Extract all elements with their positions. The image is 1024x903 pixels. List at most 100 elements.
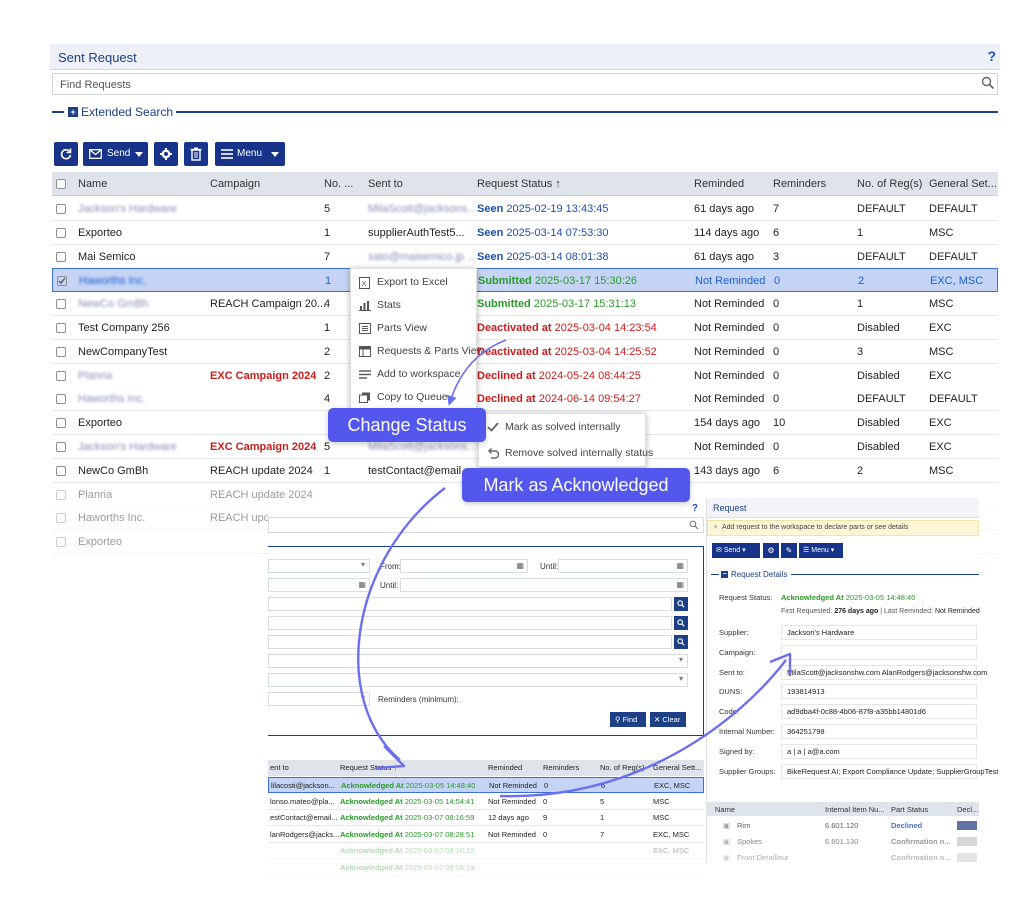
- col-general-settings[interactable]: General Set...: [929, 172, 997, 196]
- date-type-select[interactable]: ▾: [268, 559, 370, 573]
- select-field-2[interactable]: ▾: [268, 673, 688, 687]
- col-reminded[interactable]: Reminded: [488, 760, 522, 776]
- trash-icon: [190, 147, 202, 161]
- col-general-settings[interactable]: General Sett...: [653, 760, 701, 776]
- search-field-3[interactable]: [268, 635, 672, 649]
- search-icon[interactable]: [981, 76, 995, 90]
- row-checkbox[interactable]: [56, 227, 66, 238]
- find-input[interactable]: [268, 517, 704, 533]
- table-row[interactable]: Test Company 256 1 Deactivated at 2025-03-…: [52, 316, 998, 340]
- menu-item-copy-queue[interactable]: Copy to Queue: [351, 386, 478, 409]
- col-reminders[interactable]: Reminders: [773, 172, 826, 196]
- menu-item-export-excel[interactable]: X Export to Excel: [351, 271, 478, 294]
- clear-button[interactable]: ✕ Clear: [650, 712, 686, 727]
- col-request-status[interactable]: Request Status ↑: [340, 760, 397, 776]
- row-checkbox[interactable]: [56, 537, 66, 548]
- menu-item-stats[interactable]: Stats: [351, 294, 478, 317]
- part-row[interactable]: ▣ Spokes 6.601.130 Confirmation n...: [707, 834, 979, 850]
- until-date-input[interactable]: ▦: [558, 559, 688, 573]
- row-checkbox[interactable]: [56, 442, 66, 452]
- date-input-2[interactable]: ▦: [268, 578, 370, 592]
- table-row[interactable]: NewCo GmBh REACH Campaign 20... 4 Submitted…: [52, 292, 998, 317]
- select-field-1[interactable]: ▾: [268, 654, 688, 668]
- row-checkbox[interactable]: [56, 299, 66, 310]
- search-field-2[interactable]: [268, 616, 672, 630]
- row-checkbox[interactable]: [56, 394, 66, 405]
- col-part-status[interactable]: Part Status: [891, 805, 928, 814]
- edit-icon[interactable]: ✎: [781, 543, 797, 558]
- table-row[interactable]: Acknowledged At 2025-03-07 08:16:19: [268, 860, 704, 876]
- find-button[interactable]: ⚲ Find: [610, 712, 646, 727]
- table-row[interactable]: Acknowledged At 2025-03-07 08:16:19 EXC, …: [268, 843, 704, 859]
- row-checkbox[interactable]: [56, 465, 66, 476]
- table-row[interactable]: Jackson's Hardware 5 MilaScott@jacksons...…: [52, 197, 998, 221]
- menu-item-add-workspace[interactable]: Add to workspace: [351, 363, 478, 386]
- row-checkbox[interactable]: [57, 276, 67, 287]
- row-checkbox[interactable]: [56, 204, 66, 214]
- table-row[interactable]: Exporteo 1 supplierAuthTest5... Seen 2025-0…: [52, 220, 998, 245]
- help-icon[interactable]: ?: [692, 503, 698, 514]
- col-reminded[interactable]: Reminded: [694, 172, 744, 196]
- cell-regs: 1: [857, 298, 864, 311]
- row-checkbox[interactable]: [56, 489, 66, 500]
- table-row[interactable]: Mai Semico 7 sato@maisemico.jp ... Seen 202…: [52, 244, 998, 269]
- row-checkbox[interactable]: [56, 323, 66, 333]
- request-details-header[interactable]: − Request Details: [721, 570, 787, 579]
- search-icon: [677, 600, 685, 608]
- col-campaign[interactable]: Campaign: [210, 172, 260, 196]
- until-date-input-2[interactable]: ▦: [400, 578, 688, 592]
- col-part-name[interactable]: Name: [715, 805, 735, 814]
- delete-button[interactable]: [184, 142, 208, 166]
- table-row[interactable]: Planria EXC Campaign 2024 2 Declined at 202…: [52, 363, 998, 388]
- menu-item-parts-view[interactable]: Parts View: [351, 317, 478, 340]
- menu-button[interactable]: Menu: [215, 142, 285, 166]
- help-icon[interactable]: ?: [987, 48, 996, 64]
- table-row[interactable]: lonso.mateo@pla... Acknowledged At 2025-0…: [268, 794, 704, 810]
- col-internal-item[interactable]: Internal Item Nu...: [825, 805, 885, 814]
- col-regs[interactable]: No. of Reg(s): [600, 760, 645, 776]
- gear-icon[interactable]: ⚙: [763, 543, 779, 558]
- col-no[interactable]: No. ...: [324, 172, 353, 196]
- table-row[interactable]: Haworths Inc. 4 Declined at 2024-06-14 09:…: [52, 387, 998, 412]
- col-name[interactable]: Name: [78, 172, 107, 196]
- cell-name: Test Company 256: [78, 322, 170, 334]
- col-declaration[interactable]: Decl...: [957, 805, 978, 814]
- search-field-1[interactable]: [268, 597, 672, 611]
- find-requests-input[interactable]: Find Requests: [52, 73, 998, 95]
- menu-item-remove-solved[interactable]: Remove solved internally status: [479, 442, 653, 465]
- col-regs[interactable]: No. of Reg(s): [857, 172, 922, 196]
- row-checkbox[interactable]: [56, 251, 66, 262]
- table-row[interactable]: NewCompanyTest 2 Deactivated at 2025-03-04…: [52, 339, 998, 364]
- search-button-2[interactable]: [674, 616, 688, 630]
- send-button[interactable]: ✉ Send ▾: [712, 543, 760, 558]
- select-field-3[interactable]: ▾: [268, 692, 370, 706]
- row-checkbox[interactable]: [56, 370, 66, 381]
- extended-search-toggle[interactable]: + Extended Search: [52, 105, 998, 119]
- select-all-checkbox[interactable]: [56, 179, 66, 189]
- from-date-input[interactable]: ▦: [400, 559, 528, 573]
- menu-item-requests-parts-view[interactable]: Requests & Parts View: [351, 340, 484, 363]
- col-sent-to[interactable]: Sent to: [368, 172, 403, 196]
- send-button[interactable]: Send: [83, 142, 148, 166]
- status-time: 2025-02-19 13:43:45: [506, 203, 609, 215]
- settings-button[interactable]: [154, 142, 178, 166]
- menu-item-label: Parts View: [377, 322, 427, 334]
- part-row[interactable]: ▣ Front Derailleur Confirmation n...: [707, 850, 979, 866]
- table-row[interactable]: Haworths Inc. 1 Submitted 2025-03-17 15:30…: [52, 268, 998, 293]
- table-row[interactable]: lanRodgers@jacks... Acknowledged At 2025-…: [268, 827, 704, 843]
- menu-item-mark-solved[interactable]: Mark as solved internally: [479, 416, 647, 439]
- table-row[interactable]: estContact@email... Acknowledged At 2025-…: [268, 810, 704, 826]
- search-button-1[interactable]: [674, 597, 688, 611]
- col-request-status[interactable]: Request Status ↑: [477, 172, 561, 196]
- row-checkbox[interactable]: [56, 513, 66, 524]
- col-sent-to[interactable]: ent to: [270, 760, 289, 776]
- table-row[interactable]: lilacosti@jackson... Acknowledged At 2025…: [268, 777, 704, 793]
- row-checkbox[interactable]: [56, 346, 66, 357]
- col-reminders[interactable]: Reminders: [543, 760, 579, 776]
- refresh-button[interactable]: [54, 142, 78, 166]
- row-checkbox[interactable]: [56, 418, 66, 429]
- search-button-3[interactable]: [674, 635, 688, 649]
- menu-button[interactable]: ☰ Menu ▾: [799, 543, 843, 558]
- status-time: 2025-03-07 08:28:51: [404, 829, 475, 839]
- part-row[interactable]: ▣ Rim 6.601.120 Declined: [707, 818, 979, 834]
